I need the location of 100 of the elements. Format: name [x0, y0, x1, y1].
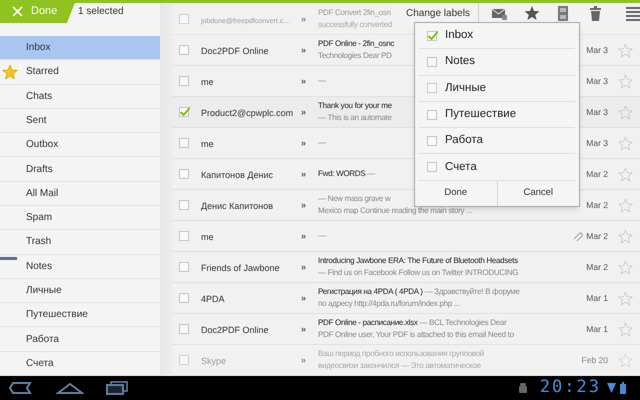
checkbox[interactable] — [427, 30, 438, 41]
star-outline-icon[interactable] — [618, 260, 634, 274]
double-arrow-icon: » — [301, 231, 306, 241]
double-arrow-icon: » — [301, 138, 306, 148]
double-arrow-icon: » — [301, 76, 306, 86]
star-outline-icon[interactable] — [618, 290, 634, 306]
label-option[interactable]: Inbox — [419, 23, 575, 50]
sender-name: Капитонов Денис — [201, 170, 274, 180]
selection-count: 1 selected — [78, 5, 124, 19]
label-option[interactable]: Работа — [419, 128, 575, 154]
message-line: PDF Online - расписание.xlsx — BCL Technologies Dear — [318, 317, 506, 329]
message-snippet: — — [318, 230, 326, 242]
checkbox[interactable] — [427, 162, 438, 172]
star-outline-icon[interactable] — [618, 42, 634, 58]
sender-name: Product2@cpwplc.com — [201, 108, 294, 118]
message-snippet: Ваш период пробного использования групповой — [318, 348, 484, 360]
sender-name: Doc2PDF Online — [201, 46, 269, 56]
sender-name: Денис Капитонов — [201, 201, 274, 211]
double-arrow-icon: » — [301, 324, 306, 334]
double-arrow-icon: » — [301, 200, 306, 210]
star-outline-icon[interactable] — [618, 228, 634, 244]
checkbox[interactable] — [179, 107, 190, 117]
message-snippet: successfully converted — [318, 19, 392, 31]
checkbox[interactable] — [427, 136, 438, 146]
wifi-icon — [607, 382, 616, 394]
star-outline-icon[interactable] — [618, 198, 634, 212]
star-outline-icon[interactable] — [618, 166, 634, 182]
checkbox[interactable] — [179, 355, 190, 365]
star-icon — [2, 64, 18, 80]
message-subject: Introducing Jawbone ERA: The Future of Bluetooth Headsets — [318, 255, 518, 267]
label-option[interactable]: Путешествие — [419, 102, 575, 128]
message-line: Регистрация на 4PDA ( 4PDA ) — Здравствуйте! В форуме — [318, 286, 520, 298]
message-date: Mar 3 — [586, 44, 608, 56]
message-date: Mar 2 — [586, 230, 608, 242]
trash-icon[interactable] — [588, 6, 602, 20]
double-arrow-icon: » — [301, 14, 306, 24]
message-date: Mar 2 — [586, 260, 608, 274]
message-subject: Thank you for your me — [318, 100, 392, 112]
sender-name: me — [201, 232, 214, 242]
sender-name: Doc2PDF Online — [201, 325, 269, 335]
checkbox[interactable] — [427, 110, 438, 120]
label-option[interactable]: Счета — [419, 154, 575, 181]
message-snippet: — New mass grave w — [318, 193, 390, 205]
star-outline-icon[interactable] — [618, 136, 634, 150]
message-snippet: по адресу http://4pda.ru/forum/index.php ... — [318, 298, 460, 310]
close-icon — [12, 6, 23, 17]
star-icon[interactable] — [524, 5, 540, 21]
message-date: Feb 20 — [582, 354, 608, 366]
sidebar-item[interactable]: Inbox — [0, 36, 160, 60]
message-snippet: — — [318, 137, 326, 149]
back-icon[interactable] — [8, 381, 32, 395]
sender-name: me — [201, 139, 214, 149]
sender-name: 4PDA — [201, 294, 225, 304]
star-outline-icon[interactable] — [618, 74, 634, 88]
scroll-indicator — [0, 257, 17, 260]
message-snippet: видеосвязи закончился — Это автоматическое — [318, 360, 481, 372]
checkbox[interactable] — [179, 169, 190, 179]
archive-icon[interactable] — [556, 4, 569, 22]
recent-apps-icon[interactable] — [106, 381, 128, 395]
checkbox[interactable] — [179, 45, 190, 55]
star-outline-icon[interactable] — [618, 104, 634, 120]
dialog-button[interactable]: Done — [415, 180, 496, 206]
message-snippet: PDF Online user, Your PDF is attached to this email Need to — [318, 329, 514, 341]
checkbox[interactable] — [179, 262, 190, 272]
label-option[interactable]: Notes — [419, 49, 575, 76]
android-icon — [518, 382, 528, 394]
checkbox[interactable] — [179, 293, 190, 303]
menu-icon[interactable] — [626, 6, 640, 20]
label-option[interactable]: Личные — [419, 76, 575, 102]
message-snippet: — — [318, 75, 326, 87]
sender-name: me — [201, 77, 214, 87]
clock-time: 20:23 — [540, 376, 601, 400]
message-date: Mar 1 — [586, 292, 608, 304]
message-date: Mar 3 — [586, 106, 608, 118]
battery-icon — [620, 382, 626, 394]
double-arrow-icon: » — [301, 262, 306, 272]
checkbox[interactable] — [179, 138, 190, 148]
checkbox[interactable] — [179, 324, 190, 334]
home-icon[interactable] — [56, 381, 84, 395]
double-arrow-icon: » — [301, 169, 306, 179]
message-snippet: Technologies Dear PD — [318, 50, 392, 62]
checkbox[interactable] — [427, 83, 438, 94]
checkbox[interactable] — [427, 56, 438, 67]
message-snippet: — Find us on Facebook Follow us on Twitter INTRODUCING — [318, 267, 518, 279]
checkbox[interactable] — [179, 76, 190, 86]
message-date: Mar 3 — [586, 74, 608, 88]
double-arrow-icon: » — [301, 107, 306, 117]
checkbox[interactable] — [179, 14, 190, 24]
dialog-button[interactable]: Cancel — [496, 180, 579, 206]
message-date: Mar 2 — [586, 198, 608, 212]
double-arrow-icon: » — [301, 293, 306, 303]
sender-name: Skype — [201, 356, 226, 366]
checkbox[interactable] — [179, 231, 190, 241]
star-outline-icon[interactable] — [618, 322, 634, 336]
sidebar-item[interactable]: Starred — [0, 60, 160, 85]
message-subject: PDF Online - 2fin_osnc — [318, 38, 394, 50]
sender-name: Friends of Jawbone — [201, 263, 280, 273]
mail-icon[interactable] — [490, 6, 507, 20]
star-outline-icon[interactable] — [618, 352, 634, 368]
checkbox[interactable] — [179, 200, 190, 210]
